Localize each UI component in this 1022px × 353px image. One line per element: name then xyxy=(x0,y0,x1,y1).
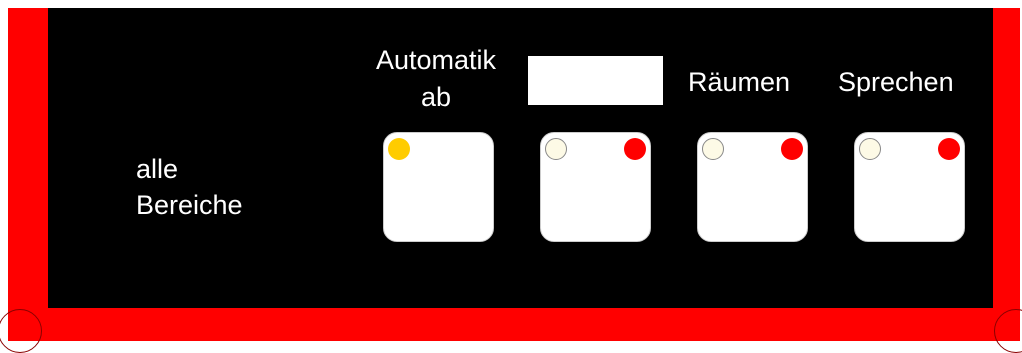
frame-corner-bottom-left xyxy=(0,309,42,353)
yellow-led-icon xyxy=(388,138,410,160)
off-led-icon xyxy=(702,138,724,160)
frame-corner-bottom-right xyxy=(994,309,1022,353)
raeumen-button[interactable] xyxy=(697,132,808,242)
sprechen-button[interactable] xyxy=(854,132,965,242)
off-led-icon xyxy=(545,138,567,160)
bereiche-label: Bereiche xyxy=(136,190,243,220)
red-led-icon xyxy=(624,138,646,160)
alle-label: alle xyxy=(136,154,179,184)
control-panel xyxy=(48,8,993,308)
automatik-ab-button[interactable] xyxy=(383,132,494,242)
automatik-label: Automatik xyxy=(375,45,497,75)
raeumen-label: Räumen xyxy=(688,67,791,97)
blank-display-button[interactable] xyxy=(540,132,651,242)
red-led-icon xyxy=(938,138,960,160)
blank-display-field xyxy=(528,56,663,105)
red-led-icon xyxy=(781,138,803,160)
off-led-icon xyxy=(859,138,881,160)
ab-label: ab xyxy=(420,82,452,112)
sprechen-label: Sprechen xyxy=(838,67,954,97)
